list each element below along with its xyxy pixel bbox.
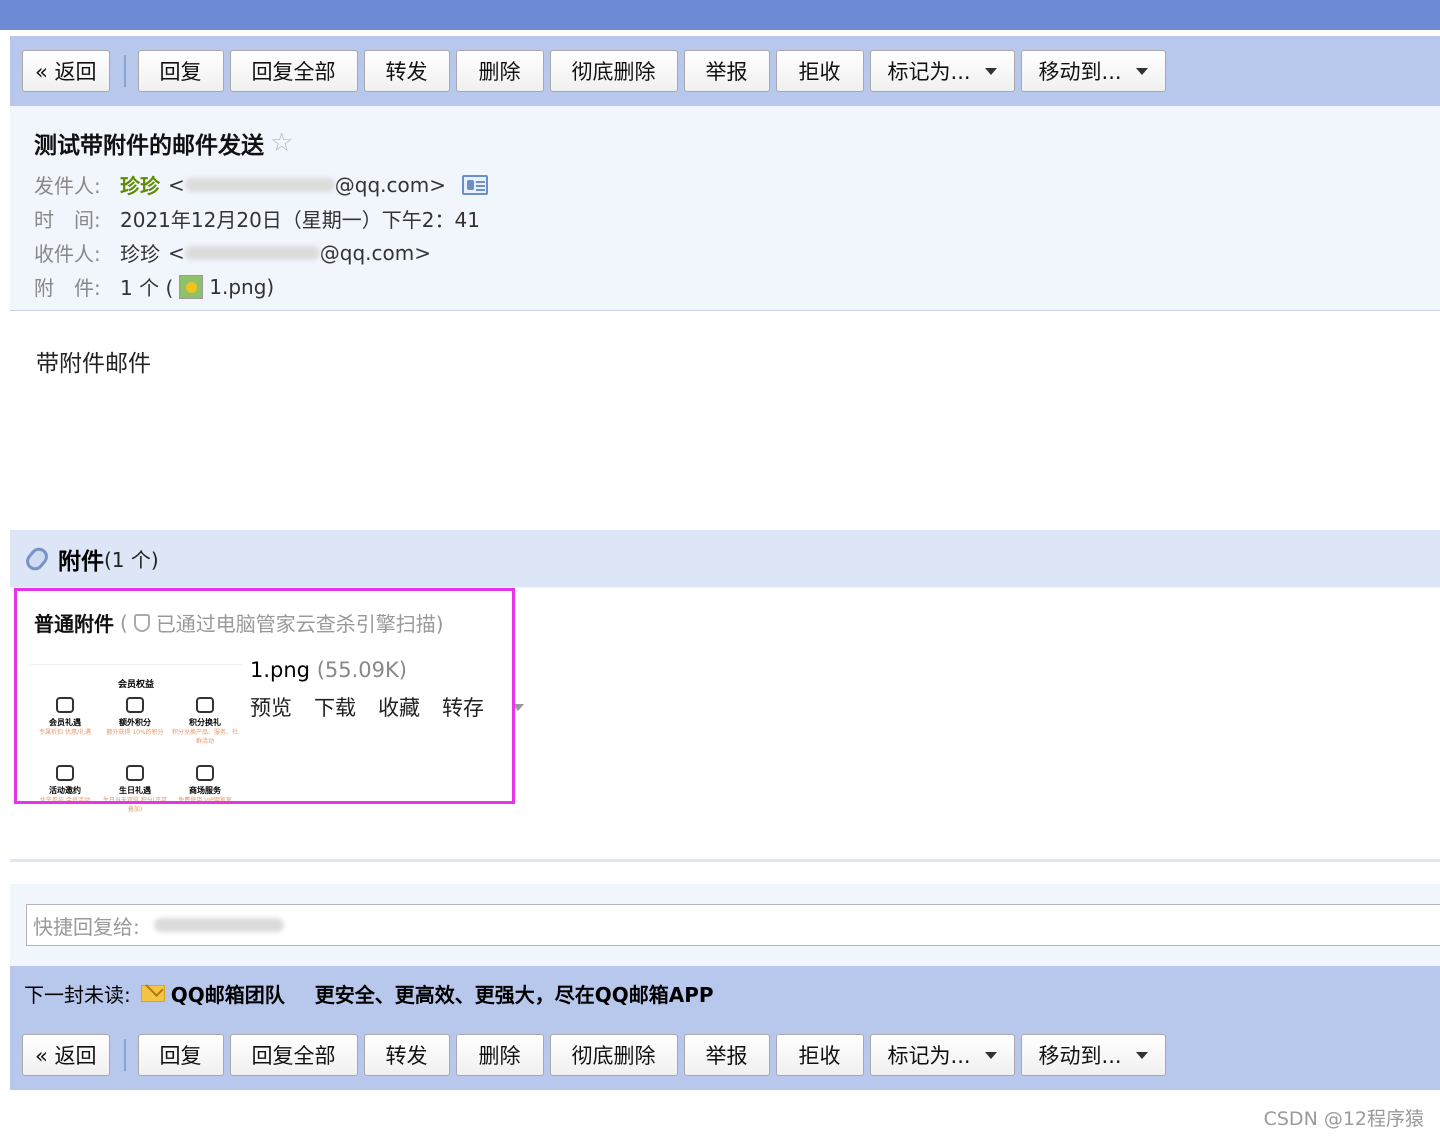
recipient-row: 收件人: 珍珍 < @qq.com> (34, 238, 431, 267)
delete-button[interactable]: 删除 (455, 1034, 544, 1076)
chevron-down-icon (984, 67, 997, 75)
next-unread-sender[interactable]: QQ邮箱团队 (171, 979, 285, 1008)
back-button[interactable]: « 返回 (22, 1034, 110, 1076)
time-value: 2021年12月20日（星期一）下午2：41 (120, 208, 480, 232)
toolbar-divider (123, 1039, 126, 1071)
sender-name[interactable]: 珍珍 (120, 170, 160, 199)
attachment-close: ) (266, 274, 275, 299)
reject-button[interactable]: 拒收 (775, 50, 864, 92)
move-to-label: 移动到... (1038, 1044, 1122, 1068)
redacted-email (184, 177, 335, 192)
mail-body: 带附件邮件 (36, 351, 151, 377)
quick-reply-input[interactable]: 快捷回复给: (26, 904, 1440, 946)
attachment-header: 附件 (1 个) (10, 530, 1440, 587)
report-button[interactable]: 举报 (683, 1034, 770, 1076)
chevron-down-icon (984, 1051, 997, 1059)
reply-button[interactable]: 回复 (137, 50, 224, 92)
reply-all-button[interactable]: 回复全部 (229, 1034, 358, 1076)
recipient-label: 收件人: (34, 242, 101, 266)
delete-permanently-button[interactable]: 彻底删除 (549, 1034, 678, 1076)
sender-row: 发件人: 珍珍 < @qq.com> (34, 170, 488, 199)
mail-header: 测试带附件的邮件发送 ☆ 发件人: 珍珍 < @qq.com> 时 间: 202… (10, 106, 1440, 311)
watermark: CSDN @12程序猿 (1263, 1108, 1424, 1130)
back-button[interactable]: « 返回 (22, 50, 110, 92)
toolbar-bottom: « 返回 回复 回复全部 转发 删除 彻底删除 举报 拒收 标记为... 移动到… (10, 1020, 1440, 1090)
highlight-box (14, 588, 515, 804)
time-row: 时 间: 2021年12月20日（星期一）下午2：41 (34, 204, 480, 233)
attachment-title: 附件 (58, 548, 104, 575)
mail-subject: 测试带附件的邮件发送 ☆ (34, 126, 293, 160)
reply-all-button[interactable]: 回复全部 (229, 50, 358, 92)
attachment-label: 附 件: (34, 276, 101, 300)
sender-email-suffix: @qq.com> (334, 172, 446, 197)
next-unread-label: 下一封未读: (24, 982, 131, 1007)
next-unread-bar: 下一封未读: QQ邮箱团队 更安全、更高效、更强大，尽在QQ邮箱APP (10, 966, 1440, 1020)
forward-button[interactable]: 转发 (363, 1034, 450, 1076)
envelope-icon (140, 984, 165, 1002)
toolbar-divider (123, 55, 126, 87)
delete-permanently-button[interactable]: 彻底删除 (549, 50, 678, 92)
move-to-dropdown[interactable]: 移动到... (1020, 50, 1166, 92)
redacted-email (184, 245, 320, 260)
report-button[interactable]: 举报 (683, 50, 770, 92)
move-to-label: 移动到... (1038, 60, 1122, 84)
attachment-count-label: (1 个) (104, 548, 159, 572)
attachment-count: 1 个 ( (120, 276, 174, 300)
quick-reply-placeholder: 快捷回复给: (33, 914, 140, 939)
paperclip-icon (22, 543, 52, 574)
mark-as-label: 标记为... (887, 1044, 971, 1068)
toolbar-top: « 返回 回复 回复全部 转发 删除 彻底删除 举报 拒收 标记为... 移动到… (10, 36, 1440, 106)
sender-email-open: < (168, 172, 185, 197)
attachment-section: 附件 (1 个) 普通附件 ( 已通过电脑管家云查杀引擎扫描) 会员权益 会员礼… (10, 530, 1440, 862)
contact-card-icon[interactable] (462, 174, 488, 195)
mark-as-dropdown[interactable]: 标记为... (869, 1034, 1015, 1076)
mark-as-label: 标记为... (887, 60, 971, 84)
redacted-email (153, 918, 284, 932)
quick-reply-area: 快捷回复给: (10, 884, 1440, 966)
top-bar (0, 0, 1440, 30)
reject-button[interactable]: 拒收 (775, 1034, 864, 1076)
recipient-email-open: < (168, 240, 185, 265)
image-file-icon (179, 274, 204, 299)
subject-text: 测试带附件的邮件发送 (34, 133, 264, 159)
star-icon[interactable]: ☆ (270, 128, 293, 158)
recipient-name[interactable]: 珍珍 (120, 238, 160, 267)
attachment-row: 附 件: 1 个 ( 1.png ) (34, 272, 274, 301)
attachment-file-link[interactable]: 1.png (209, 275, 266, 299)
move-to-dropdown[interactable]: 移动到... (1020, 1034, 1166, 1076)
reply-button[interactable]: 回复 (137, 1034, 224, 1076)
mark-as-dropdown[interactable]: 标记为... (869, 50, 1015, 92)
chevron-down-icon (1135, 67, 1148, 75)
sender-label: 发件人: (34, 174, 101, 198)
next-unread-subject[interactable]: 更安全、更高效、更强大，尽在QQ邮箱APP (315, 979, 714, 1008)
recipient-email-suffix: @qq.com> (319, 240, 431, 265)
time-label: 时 间: (34, 208, 101, 232)
forward-button[interactable]: 转发 (363, 50, 450, 92)
chevron-down-icon (1135, 1051, 1148, 1059)
delete-button[interactable]: 删除 (455, 50, 544, 92)
